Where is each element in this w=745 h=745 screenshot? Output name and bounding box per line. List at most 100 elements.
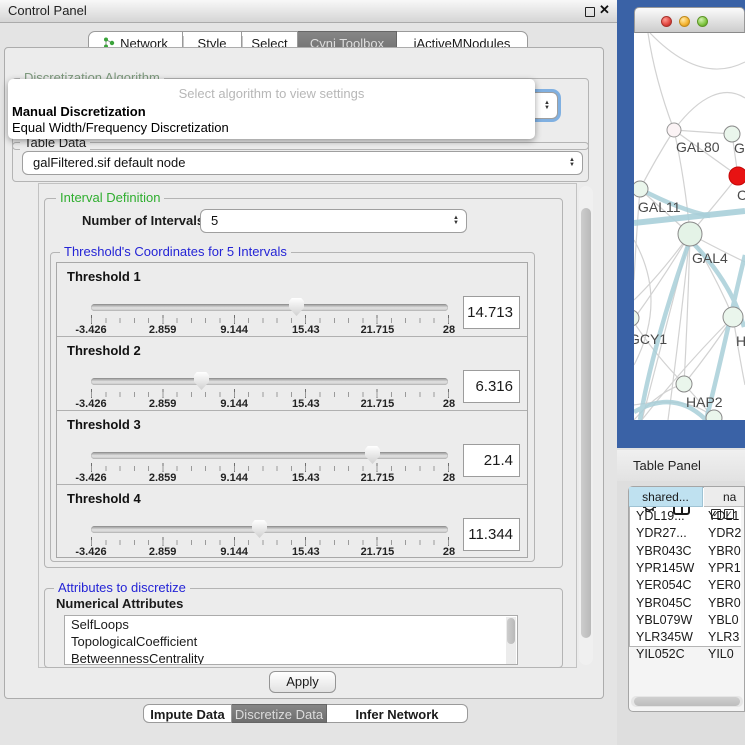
threshold-row-2: Threshold 2 -3.426 2.859 9.144 15.43 21.… [57,337,527,411]
table-row[interactable]: YIL052CYIL0 [629,646,741,647]
network-canvas[interactable]: GAL80 GA C GAL11 GAL4 GCY1 H HAP2 [634,33,745,420]
close-icon[interactable]: ✕ [599,2,610,18]
threshold-label: Threshold 4 [67,491,141,506]
node-label: HAP2 [686,394,723,410]
node-gal4[interactable] [678,222,702,246]
threshold-slider[interactable] [91,378,448,385]
table-data-value: galFiltered.sif default node [33,152,185,174]
table-row[interactable]: YBL079WYBL0 [629,612,741,629]
control-panel-titlebar: Control Panel ✕ [0,0,617,23]
threshold-row-1: Threshold 1 -3.426 2.859 9.144 15.43 21.… [57,263,527,337]
node-table[interactable]: shared... na YDL19...YDL1 YDR27...YDR2 Y… [629,487,741,647]
tab-label: Discretize Data [235,707,323,722]
close-traffic-light-icon[interactable] [661,16,672,27]
number-of-intervals-value: 5 [211,210,218,232]
combo-stepper-icon: ▲▼ [569,158,575,168]
threshold-label: Threshold 1 [67,269,141,284]
slider-scale: -3.426 2.859 9.144 15.43 21.715 28 [91,546,449,558]
algorithm-dropdown-popup: Select algorithm to view settings Manual… [8,79,535,139]
table-row[interactable]: YPR145WYPR1 [629,560,741,577]
node-label: GAL4 [692,250,728,266]
node-label: GA [734,140,745,156]
threshold-slider[interactable] [91,304,448,311]
list-item[interactable]: BetweennessCentrality [65,650,517,665]
threshold-value-field[interactable]: 6.316 [463,370,520,403]
table-row[interactable]: YDL19...YDL1 [629,508,741,525]
tab-impute-data[interactable]: Impute Data [143,704,232,723]
network-graph: GAL80 GA C GAL11 GAL4 GCY1 H HAP2 [634,33,745,420]
slider-thumb[interactable] [289,298,304,316]
table-row[interactable]: YER054CYER0 [629,577,741,594]
network-window-titlebar [634,7,745,33]
numerical-attributes-list[interactable]: SelfLoops TopologicalCoefficient Between… [64,615,518,665]
node-label: C [737,187,745,203]
list-item[interactable]: SelfLoops [65,616,517,633]
list-scrollbar[interactable] [506,617,516,664]
slider-thumb[interactable] [365,446,380,464]
menu-item-equal-width-frequency[interactable]: Equal Width/Frequency Discretization [12,120,229,135]
menu-item-manual-discretization[interactable]: Manual Discretization [12,104,146,119]
number-of-intervals-label: Number of Intervals [82,213,204,228]
tab-label: Infer Network [355,707,438,722]
list-item[interactable]: TopologicalCoefficient [65,633,517,650]
table-row[interactable]: YDR27...YDR2 [629,525,741,542]
attributes-group-title: Attributes to discretize [54,581,190,595]
control-panel-window: Control Panel ✕ Network Style Select [0,0,617,745]
node-selected-red[interactable] [729,167,745,185]
threshold-value-field[interactable]: 14.713 [463,296,520,329]
threshold-label: Threshold 2 [67,343,141,358]
tab-infer-network[interactable]: Infer Network [327,704,468,723]
apply-button[interactable]: Apply [269,671,336,693]
threshold-value-field[interactable]: 21.4 [463,444,520,477]
slider-scale: -3.426 2.859 9.144 15.43 21.715 28 [91,398,449,410]
combo-stepper-icon: ▲▼ [453,216,459,226]
panel-scrollbar[interactable] [579,186,593,665]
node-h[interactable] [723,307,743,327]
slider-thumb[interactable] [252,520,267,538]
minimize-traffic-light-icon[interactable] [679,16,690,27]
table-row[interactable]: YBR045CYBR0 [629,595,741,612]
node-label: GAL11 [638,199,681,215]
slider-scale: -3.426 2.859 9.144 15.43 21.715 28 [91,472,449,484]
list-scrollbar-thumb[interactable] [507,618,515,644]
table-panel-titlebar: Table Panel [617,450,745,482]
threshold-coordinates-title: Threshold's Coordinates for 5 Intervals [60,245,291,259]
interval-definition-title: Interval Definition [56,191,164,205]
threshold-row-4: Threshold 4 -3.426 2.859 9.144 15.43 21.… [57,485,527,558]
table-browser-window: ⚙ ✓ ✓ shared... na YDL19...YDL1 YDR27...… [628,486,745,712]
slider-thumb[interactable] [194,372,209,390]
tab-discretize-data[interactable]: Discretize Data [232,704,327,723]
float-window-icon[interactable] [585,7,595,17]
tab-label: Impute Data [150,707,224,722]
node-gal11[interactable] [634,181,648,197]
slider-scale: -3.426 2.859 9.144 15.43 21.715 28 [91,324,449,336]
threshold-row-3: Threshold 3 -3.426 2.859 9.144 15.43 21.… [57,411,527,485]
threshold-label: Threshold 3 [67,417,141,432]
threshold-slider[interactable] [91,452,448,459]
combo-stepper-icon: ▲▼ [544,101,550,111]
table-row[interactable]: YBR043CYBR0 [629,543,741,560]
zoom-traffic-light-icon[interactable] [697,16,708,27]
table-row[interactable]: YLR345WYLR3 [629,629,741,646]
popup-hint: Select algorithm to view settings [8,86,535,101]
table-horizontal-scrollbar-thumb[interactable] [634,697,740,706]
node-label: GAL80 [676,139,720,155]
panel-scrollbar-thumb[interactable] [581,208,591,638]
threshold-rows-container: Threshold 1 -3.426 2.859 9.144 15.43 21.… [56,262,528,558]
column-header-name[interactable]: na [704,487,741,507]
threshold-value-field[interactable]: 11.344 [463,518,520,551]
node-label: H [736,333,745,349]
screen: Control Panel ✕ Network Style Select [0,0,745,745]
table-data-combobox[interactable]: galFiltered.sif default node ▲▼ [22,151,583,175]
threshold-slider[interactable] [91,526,448,533]
table-panel-title: Table Panel [633,450,701,481]
table-horizontal-scrollbar[interactable] [631,696,743,707]
node-hap2[interactable] [676,376,692,392]
node-gal80[interactable] [667,123,681,137]
node-label: GCY1 [634,331,667,347]
column-header-shared-name[interactable]: shared... [629,487,703,507]
network-view-window: GAL80 GA C GAL11 GAL4 GCY1 H HAP2 [617,0,745,448]
numerical-attributes-header: Numerical Attributes [56,596,183,611]
panel-title: Control Panel [8,0,87,22]
number-of-intervals-combobox[interactable]: 5 ▲▼ [200,209,467,233]
